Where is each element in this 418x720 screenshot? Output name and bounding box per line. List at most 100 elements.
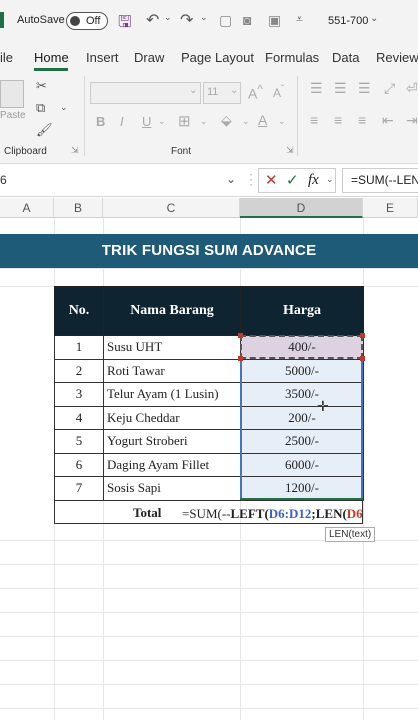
name-box[interactable]: 6 bbox=[0, 173, 7, 187]
fx-dropdown-icon[interactable]: ⌄ bbox=[326, 174, 334, 185]
undo-icon[interactable]: ↶ bbox=[146, 10, 159, 30]
range-handle[interactable] bbox=[360, 356, 365, 361]
align-center-icon[interactable]: ≡ bbox=[334, 112, 342, 128]
column-header-e[interactable]: E bbox=[363, 198, 418, 218]
wrap-text-icon[interactable]: ⏎ bbox=[406, 80, 418, 97]
italic-icon[interactable]: I bbox=[120, 114, 124, 129]
align-left-icon[interactable]: ≡ bbox=[310, 112, 318, 128]
grid-line bbox=[0, 612, 418, 613]
file-name: 551-700 bbox=[328, 15, 369, 27]
bold-icon[interactable]: B bbox=[96, 114, 105, 129]
tab-formulas[interactable]: Formulas bbox=[265, 50, 319, 65]
format-painter-icon[interactable]: 🖌 bbox=[36, 122, 53, 138]
font-size-select[interactable]: 11 ⌄ bbox=[203, 82, 241, 104]
fill-color-dropdown-icon[interactable]: ⌄ bbox=[242, 116, 250, 127]
grid-line bbox=[0, 636, 418, 637]
font-group-label: Font bbox=[171, 146, 192, 157]
chevron-down-icon: ⌄ bbox=[189, 85, 198, 96]
header-no[interactable]: No. bbox=[54, 286, 104, 336]
fill-color-icon[interactable]: ⬙ bbox=[221, 112, 232, 129]
font-color-icon[interactable]: A bbox=[258, 112, 267, 128]
range-handle[interactable] bbox=[238, 356, 243, 361]
column-header-c[interactable]: C bbox=[103, 198, 240, 218]
redo-dropdown-icon[interactable]: ⌄ bbox=[200, 12, 208, 23]
image-icon[interactable]: ▣ bbox=[268, 12, 281, 29]
underline-dropdown-icon[interactable]: ⌄ bbox=[158, 116, 166, 127]
chevron-down-icon: ⌄ bbox=[230, 85, 239, 96]
column-header-a[interactable]: A bbox=[0, 198, 54, 218]
formula-text: =SUM(--LEN bbox=[351, 173, 418, 187]
insert-function-icon[interactable]: fx bbox=[308, 172, 319, 189]
font-launcher-icon[interactable]: ⇲ bbox=[286, 145, 294, 156]
align-top-icon[interactable]: ☰ bbox=[310, 80, 323, 97]
more-icon: ⋮ bbox=[244, 171, 258, 187]
copy-icon[interactable]: ⧉ bbox=[36, 100, 45, 116]
cell-nama-barang[interactable]: Daging Ayam Fillet bbox=[103, 452, 241, 477]
tab-review[interactable]: Review bbox=[376, 50, 418, 65]
tab-data[interactable]: Data bbox=[332, 50, 359, 65]
formula-left-fn: LEFT( bbox=[230, 506, 269, 521]
tab-home[interactable]: Home bbox=[34, 50, 69, 65]
paste-icon[interactable] bbox=[0, 80, 24, 108]
borders-icon[interactable]: ⊞ bbox=[178, 112, 191, 130]
customize-toolbar-icon[interactable]: ⩡ bbox=[296, 12, 303, 27]
tab-draw[interactable]: Draw bbox=[134, 50, 164, 65]
column-header-b[interactable]: B bbox=[54, 198, 103, 218]
formula-in-cell[interactable]: =SUM(--LEFT(D6:D12;LEN(D6 bbox=[182, 506, 363, 522]
cell-nama-barang[interactable]: Susu UHT bbox=[103, 335, 241, 360]
align-middle-icon[interactable]: ☰ bbox=[334, 80, 347, 97]
cell-no[interactable]: 2 bbox=[54, 358, 104, 383]
font-color-dropdown-icon[interactable]: ⌄ bbox=[278, 116, 286, 127]
file-name-chevron-icon[interactable]: ⌄ bbox=[370, 13, 378, 24]
cell-nama-barang[interactable]: Yogurt Stroberi bbox=[103, 429, 241, 454]
undo-dropdown-icon[interactable]: ⌄ bbox=[164, 12, 172, 23]
save-icon[interactable]: 🖫 bbox=[118, 11, 132, 38]
align-right-icon[interactable]: ≡ bbox=[358, 112, 366, 128]
cell-no[interactable]: 5 bbox=[54, 429, 104, 454]
range-handle[interactable] bbox=[360, 333, 365, 338]
cell-nama-barang[interactable]: Sosis Sapi bbox=[103, 476, 241, 501]
cell-no[interactable]: 7 bbox=[54, 476, 104, 501]
cell-no[interactable]: 1 bbox=[54, 335, 104, 360]
cell-nama-barang[interactable]: Keju Cheddar bbox=[103, 405, 241, 430]
cut-icon[interactable]: ✂ bbox=[36, 78, 47, 94]
cell-no[interactable]: 6 bbox=[54, 452, 104, 477]
document-icon[interactable]: ▢ bbox=[219, 12, 232, 29]
header-nama-barang[interactable]: Nama Barang bbox=[103, 286, 241, 336]
header-harga[interactable]: Harga bbox=[240, 286, 364, 336]
decrease-font-icon[interactable]: Aˇ bbox=[273, 84, 284, 100]
sheet-title-banner: TRIK FUNGSI SUM ADVANCE bbox=[0, 234, 418, 268]
decrease-indent-icon[interactable]: ⇤ bbox=[382, 112, 394, 129]
cancel-icon[interactable]: ✕ bbox=[265, 171, 278, 189]
tab-page-layout[interactable]: Page Layout bbox=[181, 50, 254, 65]
increase-font-icon[interactable]: A^ bbox=[248, 83, 263, 102]
column-header-d[interactable]: D bbox=[240, 198, 363, 218]
font-size-value: 11 bbox=[207, 86, 219, 98]
copy-dropdown-icon[interactable]: ⌄ bbox=[60, 102, 68, 113]
font-name-select[interactable]: ⌄ bbox=[90, 82, 201, 104]
increase-indent-icon[interactable]: ⇥ bbox=[406, 112, 418, 129]
cell-no[interactable]: 3 bbox=[54, 382, 104, 407]
camera-icon[interactable]: ◙ bbox=[243, 12, 251, 28]
clipboard-launcher-icon[interactable]: ⇲ bbox=[71, 145, 79, 156]
enter-icon[interactable]: ✓ bbox=[286, 171, 299, 189]
active-cell-border bbox=[240, 498, 363, 500]
formula-input[interactable]: =SUM(--LEN bbox=[342, 168, 418, 193]
name-box-dropdown-icon[interactable]: ⌄ bbox=[226, 172, 236, 186]
function-tooltip[interactable]: LEN(text) bbox=[325, 527, 376, 542]
tab-file[interactable]: ile bbox=[0, 50, 13, 65]
cell-nama-barang[interactable]: Roti Tawar bbox=[103, 358, 241, 383]
autosave-toggle[interactable]: Off bbox=[66, 12, 108, 30]
redo-icon[interactable]: ↷ bbox=[180, 10, 193, 30]
range-highlight bbox=[240, 359, 363, 500]
tab-insert[interactable]: Insert bbox=[86, 50, 119, 65]
range-handle[interactable] bbox=[238, 333, 243, 338]
borders-dropdown-icon[interactable]: ⌄ bbox=[200, 116, 208, 127]
formula-cell-ref: D6 bbox=[346, 506, 363, 521]
clipboard-group-label: Clipboard bbox=[4, 146, 47, 157]
cell-no[interactable]: 4 bbox=[54, 405, 104, 430]
align-bottom-icon[interactable]: ☰ bbox=[358, 80, 371, 97]
orientation-icon[interactable]: ⤢ bbox=[384, 80, 395, 97]
underline-icon[interactable]: U bbox=[142, 114, 151, 129]
cell-nama-barang[interactable]: Telur Ayam (1 Lusin) bbox=[103, 382, 241, 407]
